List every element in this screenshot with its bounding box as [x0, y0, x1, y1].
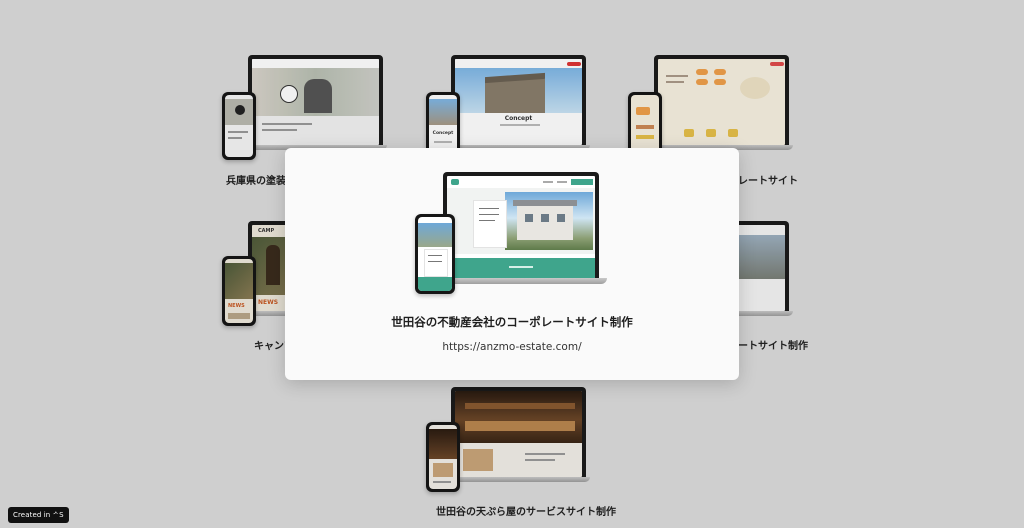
- portfolio-caption: ートサイト制作: [738, 341, 808, 352]
- laptop-mockup: [451, 387, 586, 477]
- phone-mockup: [222, 92, 256, 160]
- screen-logo: CAMP: [258, 228, 275, 234]
- screen-news: NEWS: [258, 299, 279, 306]
- laptop-mockup: Concept: [451, 55, 586, 145]
- screen-heading: Concept: [504, 115, 533, 122]
- portfolio-detail-card[interactable]: 世田谷の不動産会社のコーポレートサイト制作 https://anzmo-esta…: [285, 148, 739, 380]
- portfolio-detail-url[interactable]: https://anzmo-estate.com/: [285, 341, 739, 353]
- portfolio-detail-title: 世田谷の不動産会社のコーポレートサイト制作: [391, 315, 633, 329]
- portfolio-caption: レートサイト: [738, 176, 798, 187]
- screen-news: NEWS: [228, 303, 245, 309]
- laptop-mockup: [443, 172, 599, 278]
- screen-heading: Concept: [432, 131, 454, 136]
- created-in-badge[interactable]: Created in ᄼS: [8, 507, 69, 523]
- laptop-mockup: [248, 55, 383, 145]
- phone-mockup: NEWS: [222, 256, 256, 326]
- site-logo-icon: [451, 179, 459, 185]
- phone-mockup: [426, 422, 460, 492]
- laptop-mockup: [654, 55, 789, 145]
- badge-label: Created in: [13, 511, 51, 519]
- portfolio-caption: 世田谷の天ぷら屋のサービスサイト制作: [436, 507, 616, 518]
- phone-mockup: [415, 214, 455, 294]
- badge-logo-icon: ᄼS: [52, 511, 64, 519]
